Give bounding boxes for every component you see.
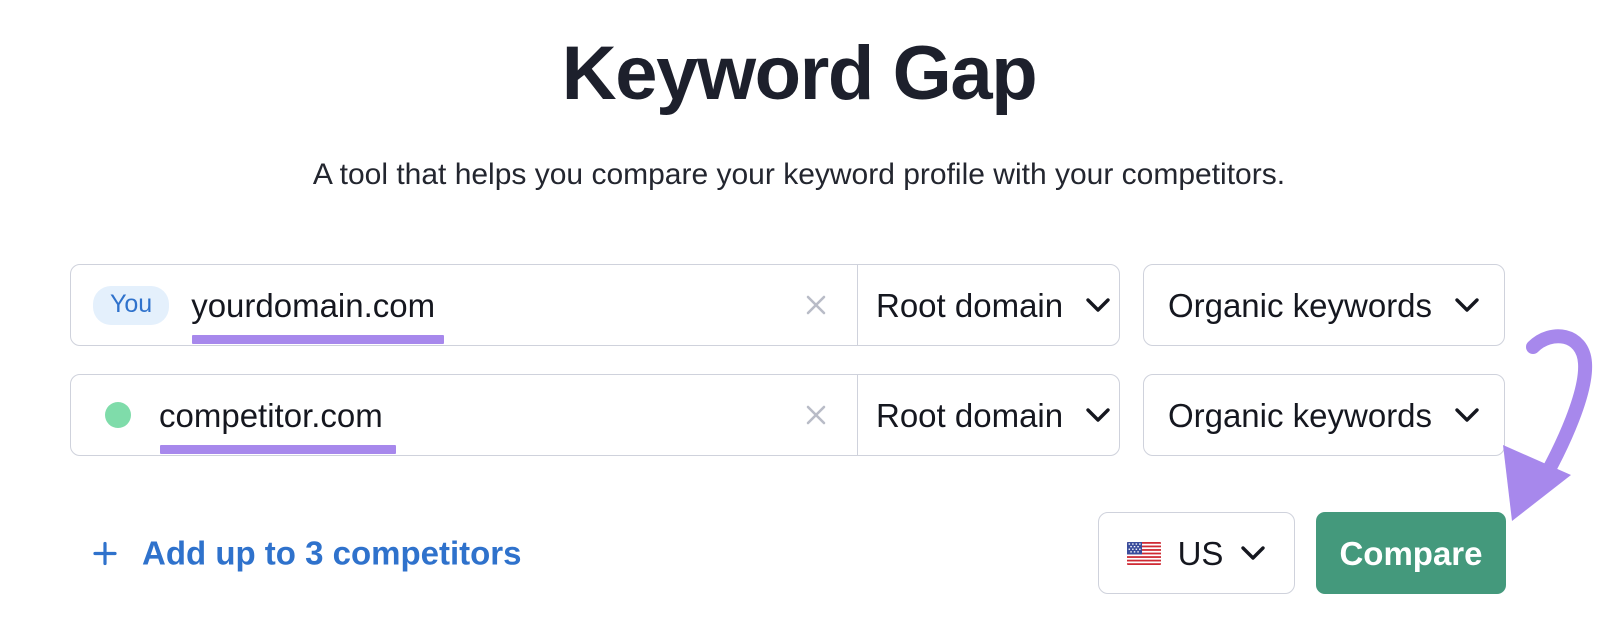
domain-field-2[interactable]: competitor.com [71, 375, 858, 455]
keyword-gap-page: Keyword Gap A tool that helps you compar… [0, 0, 1598, 630]
clear-icon-button-1[interactable] [799, 288, 833, 322]
competitor-row-2: competitor.com Root domain Organic keywo… [70, 374, 1528, 456]
highlight-underline-2 [160, 444, 396, 454]
domain-field-1[interactable]: You yourdomain.com [71, 265, 858, 345]
chevron-down-icon [1455, 408, 1479, 422]
page-title: Keyword Gap [561, 31, 1038, 116]
domain-type-select-2[interactable]: Root domain [858, 375, 1129, 455]
country-value: US [1177, 534, 1224, 572]
chevron-down-icon [1086, 298, 1110, 312]
domain-input-group-2: competitor.com Root domain [70, 374, 1120, 456]
keywords-type-select-2[interactable]: Organic keywords [1143, 374, 1505, 456]
domain-type-value-1: Root domain [876, 286, 1064, 324]
close-icon [806, 295, 826, 315]
highlight-underline-1 [192, 334, 445, 344]
plus-icon [93, 541, 117, 565]
form-actions-bar: Add up to 3 competitors US Compare [70, 512, 1528, 594]
us-flag-icon [1126, 541, 1161, 565]
close-icon [806, 405, 826, 425]
competitor-color-dot [105, 402, 131, 428]
page-subtitle: A tool that helps you compare your keywo… [312, 158, 1286, 191]
domain-input-2[interactable]: competitor.com [159, 397, 383, 434]
chevron-down-icon [1086, 408, 1110, 422]
domain-type-value-2: Root domain [876, 396, 1064, 434]
you-badge: You [93, 285, 170, 325]
add-competitors-label: Add up to 3 competitors [142, 534, 522, 572]
chevron-down-icon [1455, 298, 1479, 312]
add-competitors-link[interactable]: Add up to 3 competitors [90, 537, 522, 570]
keywords-type-value-2: Organic keywords [1167, 396, 1433, 434]
chevron-down-icon [1241, 546, 1266, 560]
domain-input-1[interactable]: yourdomain.com [191, 287, 435, 324]
country-select[interactable]: US [1098, 512, 1295, 594]
domain-input-group-1: You yourdomain.com Root domain [70, 264, 1120, 346]
domain-value-wrap-2: competitor.com [159, 397, 396, 454]
competitor-row-you: You yourdomain.com Root domain Organic k… [70, 264, 1528, 346]
clear-icon-button-2[interactable] [799, 398, 833, 432]
domain-value-wrap-1: yourdomain.com [191, 287, 445, 344]
keywords-type-select-1[interactable]: Organic keywords [1143, 264, 1505, 346]
compare-button[interactable]: Compare [1316, 512, 1506, 594]
keywords-type-value-1: Organic keywords [1167, 286, 1433, 324]
domain-type-select-1[interactable]: Root domain [858, 265, 1129, 345]
